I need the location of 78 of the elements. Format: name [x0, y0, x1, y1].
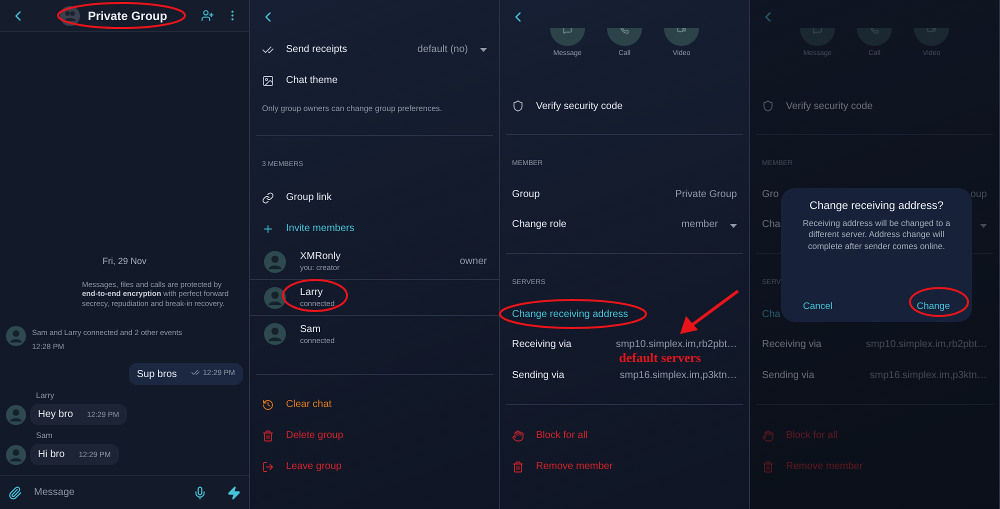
sender-name: Sam [36, 431, 54, 440]
verify-code-item[interactable]: Verify security code [786, 100, 873, 112]
preference-label[interactable]: Chat theme [286, 75, 338, 86]
add-member-button[interactable] [199, 7, 216, 24]
video-button[interactable] [664, 28, 699, 46]
server-label: Sending via [512, 370, 564, 381]
highlight-ellipse [282, 279, 348, 312]
link-icon [262, 192, 274, 204]
arrow [680, 290, 739, 334]
preferences-note: Only group owners can change group preferences. [261, 102, 444, 115]
shield-icon [762, 100, 774, 112]
preference-label[interactable]: Send receipts [286, 44, 348, 55]
field-value: oup [970, 188, 987, 200]
server-address: smp16.simplex.im,p3ktn… [620, 370, 737, 381]
avatar-icon [264, 286, 286, 308]
message-text: Hi bro [38, 449, 65, 460]
member-name[interactable]: XMRonly [300, 251, 341, 262]
message-text: Hey bro [38, 409, 74, 420]
avatar-icon [6, 444, 26, 464]
annotation-note: default servers [619, 350, 701, 366]
group-action[interactable]: Group link [286, 192, 332, 203]
field-label[interactable]: Cha [762, 218, 780, 230]
trash-icon [762, 460, 774, 472]
trash-icon [512, 460, 524, 472]
double-check-icon [262, 44, 274, 56]
paperclip-icon [8, 486, 22, 500]
field-label: Group [512, 188, 540, 200]
call-button[interactable] [607, 28, 642, 46]
message-field[interactable]: Message [32, 486, 183, 499]
member-role: owner [460, 256, 487, 267]
field-label: Gro [762, 188, 779, 200]
caret-icon [980, 224, 987, 228]
dialog-button[interactable]: Change [912, 299, 954, 314]
caret-icon [480, 48, 487, 52]
microphone-icon [193, 486, 207, 500]
dialog-title: Change receiving address? [810, 200, 944, 212]
member-name[interactable]: Larry [300, 287, 335, 298]
preference-value[interactable]: default (no) [417, 44, 468, 55]
verify-code-item[interactable]: Verify security code [536, 100, 623, 112]
history-icon [262, 398, 274, 410]
field-value: Private Group [675, 188, 737, 200]
server-address: smp10.simplex.im,rb2pbt… [866, 339, 987, 350]
message-text: Sup bros [136, 369, 177, 380]
trash-icon [262, 430, 274, 442]
group-action[interactable]: Invite members [286, 223, 354, 234]
group-action[interactable]: Clear chat [286, 399, 332, 410]
double-check-icon [190, 368, 200, 377]
group-avatar-icon [60, 6, 80, 26]
date-separator: Fri, 29 Nov [101, 256, 148, 266]
role-value[interactable]: member [681, 218, 718, 230]
avatar-icon [264, 323, 286, 345]
lightning-icon [227, 486, 241, 500]
avatar-icon [6, 326, 26, 346]
server-address: smp10.simplex.im,rb2pbt… [616, 339, 737, 350]
sender-name: Larry [36, 391, 56, 400]
attach-button[interactable] [6, 484, 24, 502]
change-address-link[interactable]: Change receiving address [512, 308, 628, 320]
server-label: Receiving via [762, 339, 822, 350]
shield-icon [512, 100, 524, 112]
dialog-button[interactable]: Cancel [799, 299, 837, 314]
server-label: Receiving via [512, 339, 572, 350]
server-label: Sending via [762, 370, 814, 381]
chat-title[interactable]: Private Group [88, 8, 168, 22]
hand-icon [512, 430, 524, 442]
caret-icon [730, 224, 737, 228]
lightning-button[interactable] [225, 484, 243, 502]
dialog-message: Receiving address will be changed to a different server. Address change will complete after sender comes online. [802, 218, 952, 252]
avatar-icon [264, 250, 286, 272]
field-label[interactable]: Change role [512, 218, 566, 230]
add-person-icon [201, 9, 214, 22]
plus-icon [262, 222, 274, 234]
member-name[interactable]: Sam [300, 324, 335, 334]
avatar-icon [6, 404, 26, 424]
highlight-ellipse [909, 287, 969, 317]
hand-icon [762, 430, 774, 442]
exit-icon [262, 460, 274, 472]
image-icon [262, 74, 274, 86]
server-address: smp16.simplex.im,p3ktn… [870, 370, 987, 381]
